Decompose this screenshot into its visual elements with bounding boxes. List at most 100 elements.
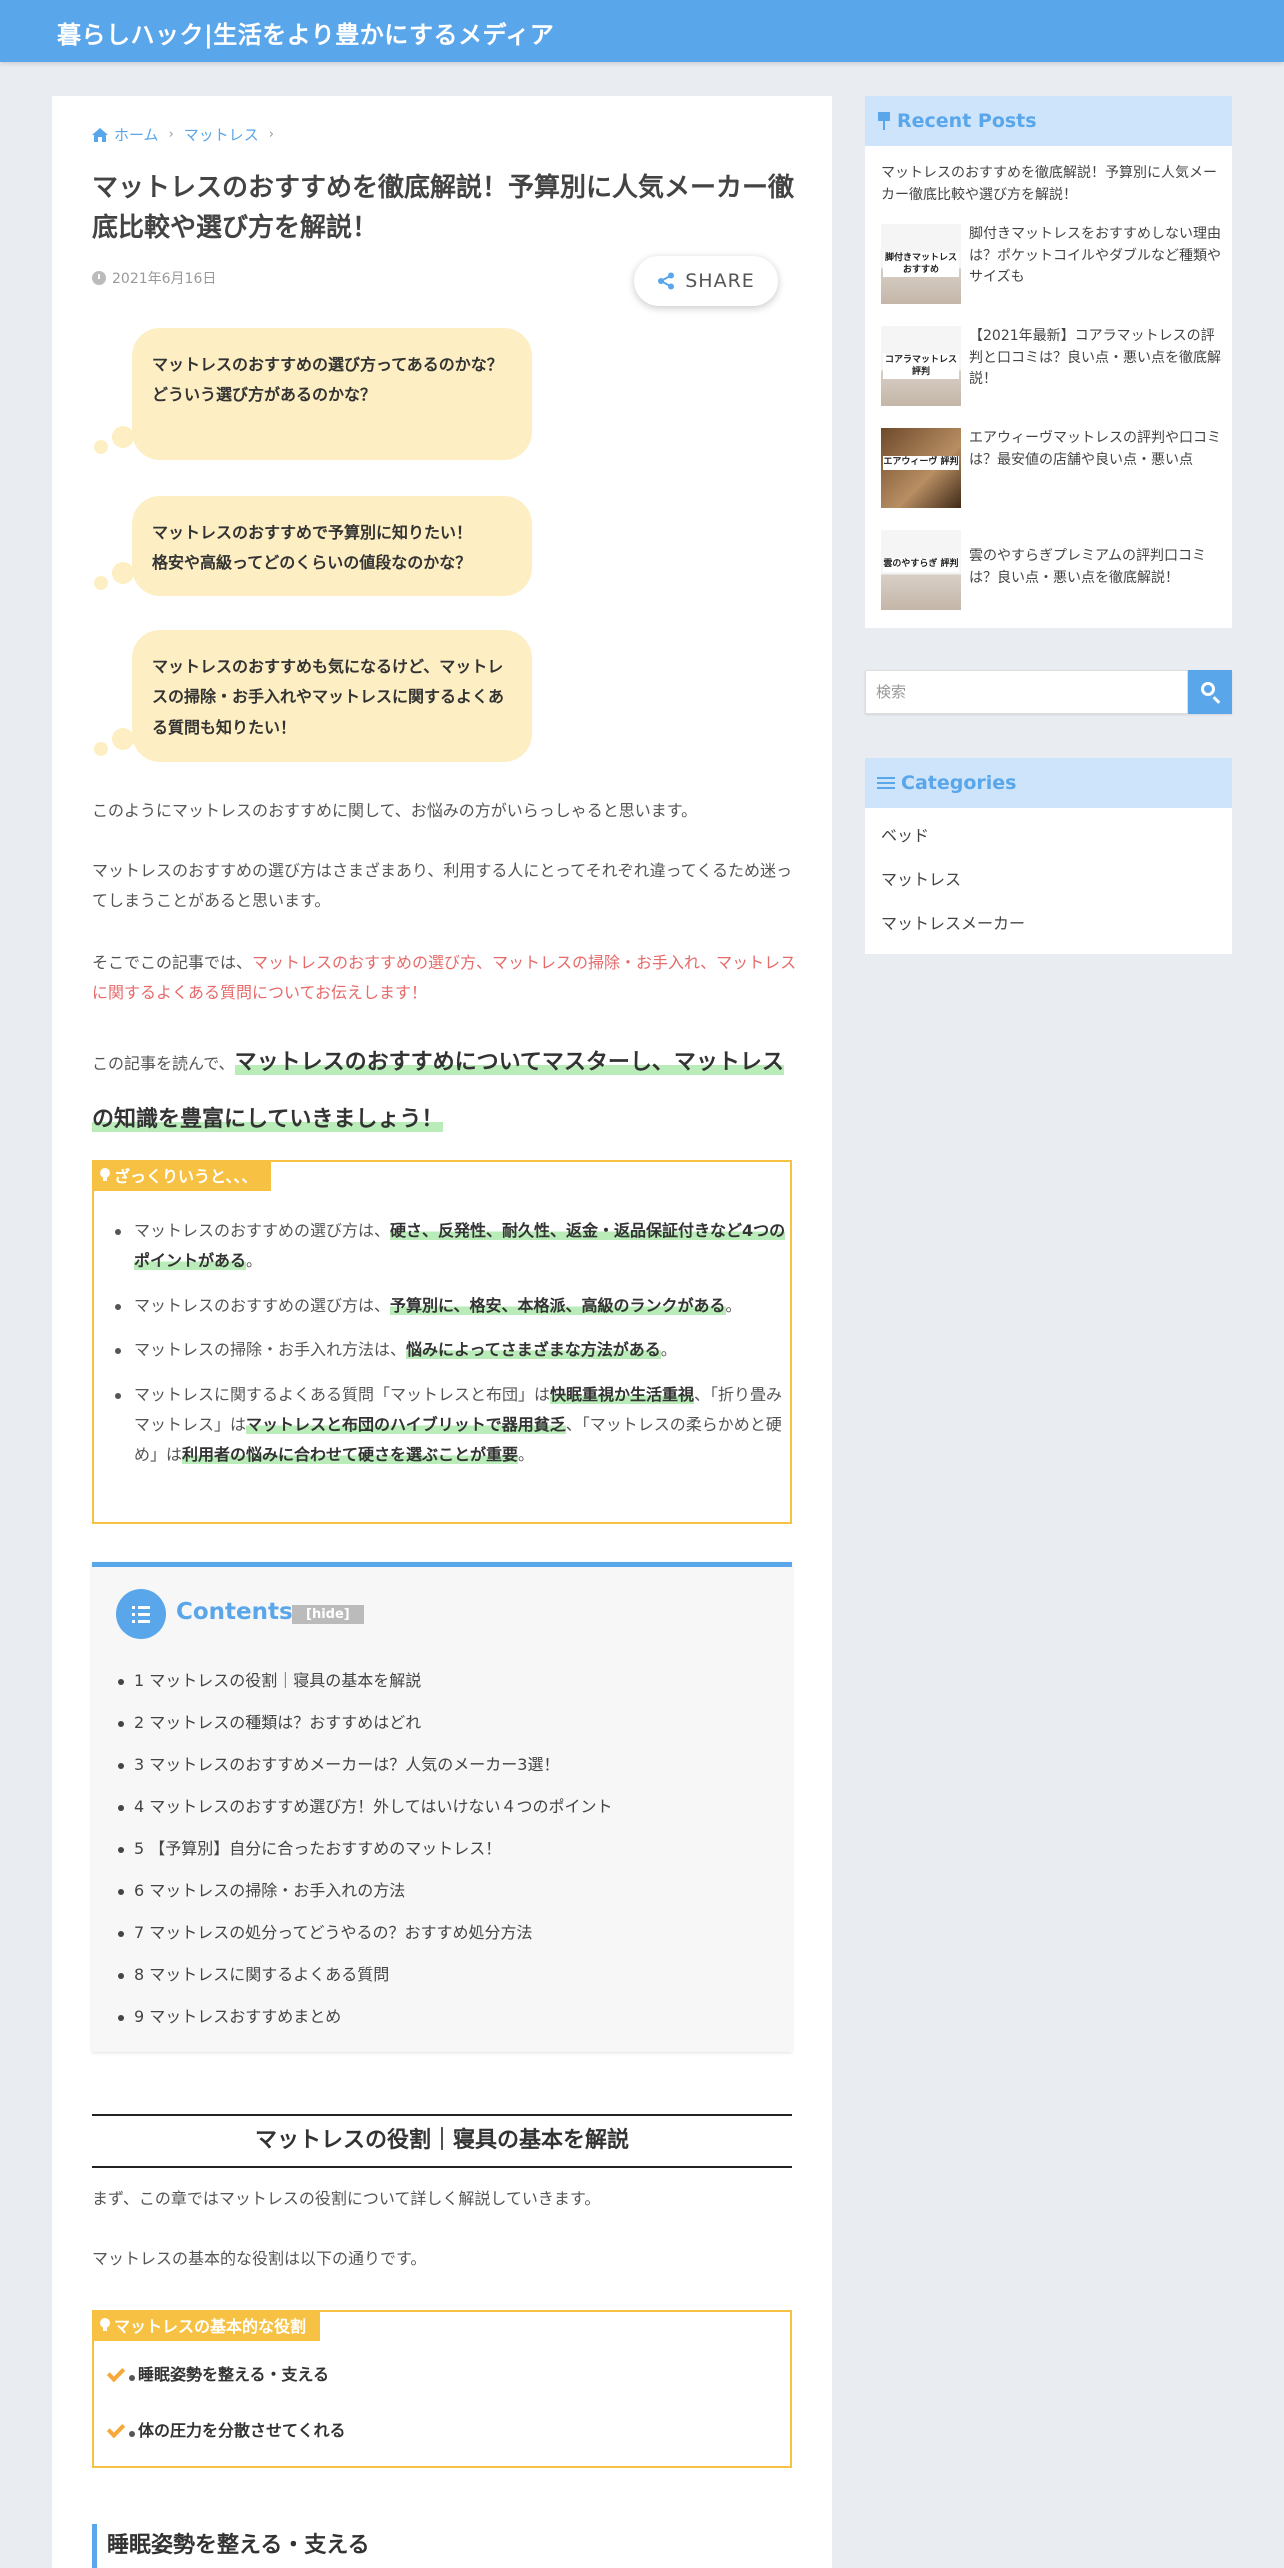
search-input[interactable] <box>865 670 1188 714</box>
section-heading: マットレスの役割｜寝具の基本を解説 <box>92 2114 792 2168</box>
toc-list: 1 マットレスの役割｜寝具の基本を解説 2 マットレスの種類は？おすすめはどれ … <box>118 1669 612 2047</box>
list-icon <box>877 776 895 790</box>
toc-item[interactable]: 9 マットレスおすすめまとめ <box>118 2005 612 2047</box>
widget-title: Categories <box>901 772 1017 794</box>
search-form <box>865 670 1232 714</box>
post-thumbnail[interactable]: 雲のやすらぎ 評判 <box>881 530 961 610</box>
list-item: マットレスに関するよくある質問「マットレスと布団」は快眠重視か生活重視、「折り畳… <box>94 1380 790 1471</box>
toc-item[interactable]: 2 マットレスの種類は？おすすめはどれ <box>118 1711 612 1753</box>
toc-item[interactable]: 3 マットレスのおすすめメーカーは？人気のメーカー3選！ <box>118 1753 612 1795</box>
bubble-dot <box>94 742 108 756</box>
check-icon <box>106 2363 126 2383</box>
bubble-dot <box>94 576 108 590</box>
site-header: 暮らしハック|生活をより豊かにするメディア <box>0 0 1284 62</box>
recent-post[interactable]: 雲のやすらぎ 評判 雲のやすらぎプレミアムの評判口コミは？良い点・悪い点を徹底解… <box>881 530 1226 612</box>
category-list: ベッド マットレス マットレスメーカー <box>865 808 1232 960</box>
widget-heading: Categories <box>865 758 1232 808</box>
bubble-dot <box>112 426 134 448</box>
post-thumbnail[interactable]: 脚付きマットレス おすすめ <box>881 224 961 304</box>
recent-post-title[interactable]: エアウィーヴマットレスの評判や口コミは？最安値の店舗や良い点・悪い点 <box>969 428 1227 471</box>
marker-text: 利用者の悩みに合わせて硬さを選ぶことが重要 <box>182 1445 519 1465</box>
list-icon <box>116 1589 166 1639</box>
marker-text: 予算別に、格安、本格派、高級のランクがある <box>390 1295 726 1315</box>
roles-label-text: マットレスの基本的な役割 <box>114 2317 307 2336</box>
post-thumbnail[interactable]: コアラマットレス 評判 <box>881 326 961 406</box>
body-paragraph: まず、この章ではマットレスの役割について詳しく解説していきます。 <box>92 2189 601 2208</box>
post-date-text: 2021年6月16日 <box>112 271 217 287</box>
check-icon <box>106 2419 126 2439</box>
thought-bubble: マットレスのおすすめの選び方ってあるのかな？ どういう選び方があるのかな？ <box>132 328 532 460</box>
chevron-right-icon: › <box>268 127 274 142</box>
table-of-contents: Contents [hide] 1 マットレスの役割｜寝具の基本を解説 2 マッ… <box>92 1562 792 2052</box>
chevron-right-icon: › <box>168 127 174 142</box>
summary-list: マットレスのおすすめの選び方は、硬さ、反発性、耐久性、返金・返品保証付きなど4つ… <box>94 1162 790 1471</box>
widget-heading: Recent Posts <box>865 96 1232 146</box>
share-icon <box>658 272 675 290</box>
subsection-heading: 睡眠姿勢を整える・支える <box>92 2524 792 2568</box>
recent-post-title[interactable]: 脚付きマットレスをおすすめしない理由は？ポケットコイルやダブルなど種類やサイズも <box>969 224 1227 289</box>
search-button[interactable] <box>1188 670 1232 714</box>
widget-title: Recent Posts <box>897 110 1037 132</box>
category-link[interactable]: マットレスメーカー <box>881 910 1216 954</box>
breadcrumb-home[interactable]: ホーム <box>114 124 159 145</box>
marker-text: 快眠重視か生活重視 <box>550 1384 695 1404</box>
clock-icon <box>92 271 106 285</box>
breadcrumb: ホーム › マットレス › <box>92 124 278 145</box>
thought-bubble: マットレスのおすすめも気になるけど、マットレスの掃除・お手入れやマットレスに関す… <box>132 630 532 762</box>
marker-text: マットレスと布団のハイブリットで器用貧乏 <box>246 1414 566 1434</box>
recent-post-title[interactable]: 【2021年最新】コアラマットレスの評判と口コミは？良い点・悪い点を徹底解説！ <box>969 326 1227 391</box>
category-link[interactable]: ベッド <box>881 822 1216 866</box>
roles-box: マットレスの基本的な役割 睡眠姿勢を整える・支える 体の圧力を分散させてくれる <box>92 2310 792 2468</box>
paragraph-text: そこでこの記事では、 <box>92 953 253 972</box>
recent-post[interactable]: コアラマットレス 評判 【2021年最新】コアラマットレスの評判と口コミは？良い… <box>881 326 1226 408</box>
recent-posts-widget: Recent Posts マットレスのおすすめを徹底解説！予算別に人気メーカー徹… <box>865 96 1232 628</box>
body-paragraph: マットレスの基本的な役割は以下の通りです。 <box>92 2249 427 2268</box>
bubble-dot <box>112 728 134 750</box>
recent-post[interactable]: 脚付きマットレス おすすめ 脚付きマットレスをおすすめしない理由は？ポケットコイ… <box>881 224 1226 306</box>
summary-box: ざっくりいうと、、、 マットレスのおすすめの選び方は、硬さ、反発性、耐久性、返金… <box>92 1160 792 1524</box>
toc-item[interactable]: 8 マットレスに関するよくある質問 <box>118 1963 612 2005</box>
toc-item[interactable]: 7 マットレスの処分ってどうやるの？おすすめ処分方法 <box>118 1921 612 1963</box>
bubble-line: マットレスのおすすめも気になるけど、マットレスの掃除・お手入れやマットレスに関す… <box>152 657 505 737</box>
breadcrumb-category[interactable]: マットレス <box>184 124 259 145</box>
intro-paragraph: このようにマットレスのおすすめに関して、お悩みの方がいらっしゃると思います。 <box>92 801 698 820</box>
paragraph-text: この記事を読んで、 <box>92 1054 235 1073</box>
categories-widget: Categories ベッド マットレス マットレスメーカー <box>865 758 1232 954</box>
list-item: マットレスのおすすめの選び方は、予算別に、格安、本格派、高級のランクがある。 <box>94 1291 790 1321</box>
list-item: 睡眠姿勢を整える・支える <box>106 2362 790 2404</box>
bubble-dot <box>94 440 108 454</box>
article-title: マットレスのおすすめを徹底解説！予算別に人気メーカー徹底比較や選び方を解説！ <box>92 173 795 244</box>
bubble-dot <box>112 562 134 584</box>
toc-title: Contents <box>176 1599 293 1625</box>
bubble-line: 格安や高級ってどのくらいの値段なのかな？ <box>152 553 472 573</box>
marker-text: 悩みによってさまざまな方法がある <box>406 1340 661 1360</box>
toc-item[interactable]: 1 マットレスの役割｜寝具の基本を解説 <box>118 1669 612 1711</box>
bubble-line: マットレスのおすすめの選び方ってあるのかな？ <box>152 355 503 374</box>
post-thumbnail[interactable]: エアウィーヴ 評判 <box>881 428 961 508</box>
summary-box-label: ざっくりいうと、、、 <box>92 1160 272 1191</box>
intro-paragraph: そこでこの記事では、マットレスのおすすめの選び方、マットレスの掃除・お手入れ、マ… <box>92 948 797 1009</box>
bubble-line: マットレスのおすすめで予算別に知りたい！ <box>152 523 473 542</box>
lightbulb-icon <box>100 1168 110 1182</box>
home-icon <box>92 127 108 142</box>
recent-post[interactable]: エアウィーヴ 評判 エアウィーヴマットレスの評判や口コミは？最安値の店舗や良い点… <box>881 428 1226 510</box>
category-link[interactable]: マットレス <box>881 866 1216 910</box>
share-button[interactable]: SHARE <box>634 256 778 306</box>
pin-icon <box>877 112 891 130</box>
recent-post-title[interactable]: 雲のやすらぎプレミアムの評判口コミは？良い点・悪い点を徹底解説！ <box>969 546 1227 589</box>
toc-item[interactable]: 5 【予算別】自分に合ったおすすめのマットレス！ <box>118 1837 612 1879</box>
intro-paragraph: マットレスのおすすめの選び方はさまざまあり、利用する人にとってそれぞれ違ってくる… <box>92 861 793 911</box>
lead-paragraph: この記事を読んで、マットレスのおすすめについてマスターし、マットレスの知識を豊富… <box>92 1034 797 1148</box>
toc-item[interactable]: 4 マットレスのおすすめ選び方！外してはいけない４つのポイント <box>118 1795 612 1837</box>
toc-item[interactable]: 6 マットレスの掃除・お手入れの方法 <box>118 1879 612 1921</box>
recent-post-link[interactable]: マットレスのおすすめを徹底解説！予算別に人気メーカー徹底比較や選び方を解説！ <box>881 162 1221 207</box>
roles-box-label: マットレスの基本的な役割 <box>92 2310 321 2341</box>
thumbnail-caption: 雲のやすらぎ 評判 <box>883 558 959 572</box>
bubble-line: どういう選び方があるのかな？ <box>152 385 377 405</box>
thumbnail-caption: エアウィーヴ 評判 <box>883 456 959 470</box>
site-title[interactable]: 暮らしハック|生活をより豊かにするメディア <box>57 15 554 50</box>
list-item: 体の圧力を分散させてくれる <box>106 2418 790 2460</box>
toc-hide-toggle[interactable]: [hide] <box>292 1605 364 1624</box>
thought-bubble: マットレスのおすすめで予算別に知りたい！ 格安や高級ってどのくらいの値段なのかな… <box>132 496 532 596</box>
list-item: マットレスのおすすめの選び方は、硬さ、反発性、耐久性、返金・返品保証付きなど4つ… <box>94 1216 790 1277</box>
